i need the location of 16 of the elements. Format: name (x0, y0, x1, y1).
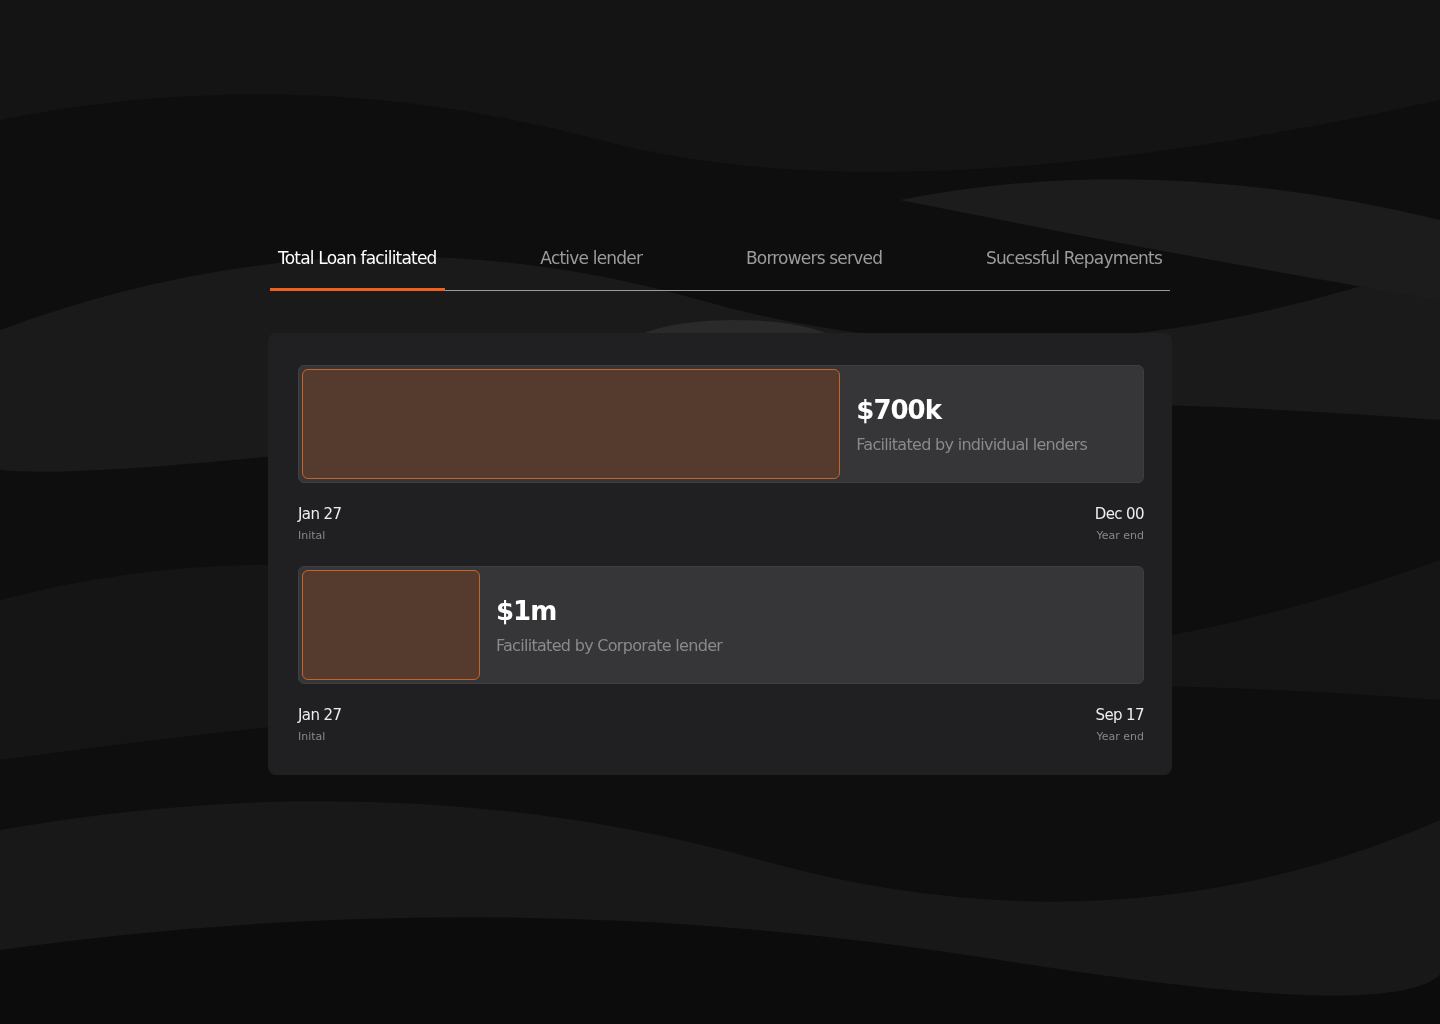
end-label: Year end (1096, 730, 1144, 743)
tab[interactable]: Sucessful Repayments (977, 242, 1170, 291)
start-label: Inital (298, 730, 326, 743)
start-label: Inital (298, 529, 326, 542)
end-date: Dec 00 (1094, 505, 1144, 523)
loan-amount: $1m (495, 595, 558, 626)
tab[interactable]: Total Loan facilitated (270, 242, 445, 291)
start-date: Jan 27 (298, 706, 342, 724)
tab[interactable]: Borrowers served (737, 242, 891, 291)
tab[interactable]: Active lender (532, 242, 651, 291)
start-date: Jan 27 (298, 505, 342, 523)
loan-amount: $700k (856, 394, 943, 425)
loan-caption: Facilitated by Corporate lender (495, 635, 723, 655)
end-label: Year end (1096, 529, 1144, 542)
loan-caption: Facilitated by individual lenders (856, 434, 1088, 454)
end-date: Sep 17 (1095, 706, 1144, 724)
